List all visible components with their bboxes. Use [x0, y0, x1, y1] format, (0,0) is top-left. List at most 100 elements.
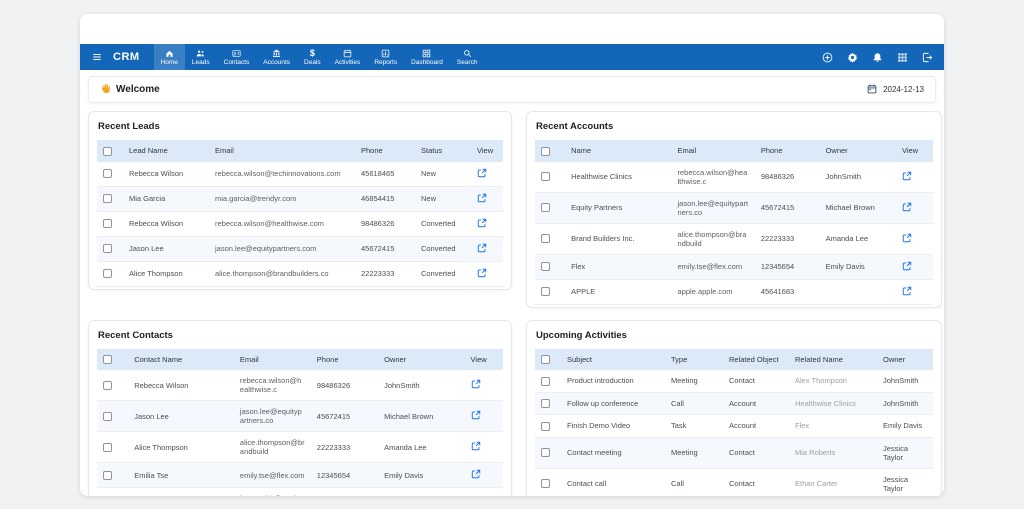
upcoming-activities-table: SubjectTypeRelated ObjectRelated NameOwn…: [535, 349, 933, 496]
row-checkbox[interactable]: [103, 471, 112, 480]
view-icon[interactable]: [477, 268, 487, 278]
page-title: Welcome: [116, 84, 160, 95]
column-header[interactable]: Status: [415, 140, 471, 162]
column-header[interactable]: Email: [234, 349, 311, 371]
cell: 45672415: [755, 192, 820, 223]
row-checkbox[interactable]: [541, 262, 550, 271]
row-checkbox[interactable]: [541, 479, 550, 488]
select-all-checkbox[interactable]: [541, 147, 550, 156]
main-nav: Home Leads Contacts Accounts $ Deals: [154, 44, 485, 70]
view-icon[interactable]: [471, 379, 481, 389]
row-checkbox[interactable]: [103, 244, 112, 253]
row-checkbox[interactable]: [103, 443, 112, 452]
view-icon[interactable]: [902, 286, 912, 296]
view-icon[interactable]: [477, 218, 487, 228]
cell: 22223333: [311, 432, 378, 463]
nav-item-home[interactable]: Home: [154, 44, 185, 70]
cell: Contact: [723, 370, 789, 392]
cell: 98486326: [755, 162, 820, 193]
view-icon[interactable]: [902, 233, 912, 243]
row-checkbox[interactable]: [103, 169, 112, 178]
nav-item-activities[interactable]: Activities: [328, 44, 368, 70]
cell: Contact: [723, 437, 789, 468]
column-header[interactable]: Related Object: [723, 349, 789, 371]
cell: 98486326: [355, 211, 415, 236]
row-checkbox[interactable]: [541, 399, 550, 408]
cell: JohnSmith: [378, 370, 464, 401]
nav-item-contacts[interactable]: Contacts: [217, 44, 257, 70]
column-header[interactable]: Phone: [311, 349, 378, 371]
column-header[interactable]: Owner: [820, 140, 896, 162]
cell: Flex: [789, 415, 877, 438]
cell: Finish Demo Video: [561, 415, 665, 438]
column-header[interactable]: View: [465, 349, 503, 371]
cell: Amanda Lee: [378, 432, 464, 463]
view-icon[interactable]: [902, 202, 912, 212]
nav-item-accounts[interactable]: Accounts: [256, 44, 297, 70]
cell: Call: [665, 468, 723, 496]
select-all-checkbox[interactable]: [103, 355, 112, 364]
column-header[interactable]: View: [896, 140, 933, 162]
date-picker[interactable]: 2024-12-13: [867, 81, 924, 99]
view-icon[interactable]: [471, 410, 481, 420]
table-row: Follow up conferenceCallAccountHealthwis…: [535, 392, 933, 415]
row-checkbox[interactable]: [541, 172, 550, 181]
table-row: Rebecca Wilsonrebecca.wilson@techinnovat…: [97, 162, 503, 187]
deals-icon: $: [310, 49, 315, 58]
column-header[interactable]: Lead Name: [123, 140, 209, 162]
row-checkbox[interactable]: [103, 194, 112, 203]
select-all-checkbox[interactable]: [103, 147, 112, 156]
add-icon[interactable]: [820, 50, 834, 64]
table-row: Brand Builders Inc.alice.thompson@brandb…: [535, 223, 933, 254]
row-checkbox[interactable]: [541, 287, 550, 296]
view-icon[interactable]: [477, 168, 487, 178]
notifications-icon[interactable]: [870, 50, 884, 64]
row-checkbox[interactable]: [541, 203, 550, 212]
cell: rebecca.wilson@healthwise.c: [672, 162, 755, 193]
row-checkbox[interactable]: [541, 234, 550, 243]
view-icon[interactable]: [902, 171, 912, 181]
menu-icon[interactable]: [90, 50, 104, 64]
nav-item-dashboard[interactable]: Dashboard: [404, 44, 450, 70]
row-checkbox[interactable]: [103, 381, 112, 390]
column-header[interactable]: Email: [672, 140, 755, 162]
column-header[interactable]: Subject: [561, 349, 665, 371]
cell: Contact meeting: [561, 437, 665, 468]
apps-icon[interactable]: [895, 50, 909, 64]
cell: New: [415, 186, 471, 211]
column-header[interactable]: Phone: [755, 140, 820, 162]
column-header[interactable]: Type: [665, 349, 723, 371]
row-checkbox[interactable]: [541, 377, 550, 386]
accounts-icon: [272, 49, 281, 58]
view-icon[interactable]: [471, 469, 481, 479]
row-checkbox[interactable]: [103, 412, 112, 421]
nav-item-leads[interactable]: Leads: [185, 44, 217, 70]
cell: Healthwise Clinics: [565, 162, 671, 193]
column-header[interactable]: Name: [565, 140, 671, 162]
nav-item-reports[interactable]: Reports: [367, 44, 404, 70]
row-checkbox[interactable]: [541, 448, 550, 457]
select-all-checkbox[interactable]: [541, 355, 550, 364]
view-icon[interactable]: [471, 441, 481, 451]
view-icon[interactable]: [477, 243, 487, 253]
view-icon[interactable]: [902, 261, 912, 271]
column-header[interactable]: Phone: [355, 140, 415, 162]
row-checkbox[interactable]: [103, 219, 112, 228]
settings-icon[interactable]: [845, 50, 859, 64]
column-header[interactable]: Email: [209, 140, 355, 162]
column-header[interactable]: Related Name: [789, 349, 877, 371]
row-checkbox[interactable]: [103, 269, 112, 278]
column-header[interactable]: Contact Name: [128, 349, 234, 371]
column-header[interactable]: Owner: [877, 349, 933, 371]
cell: 45618465: [355, 162, 415, 187]
nav-item-search[interactable]: Search: [450, 44, 485, 70]
nav-item-deals[interactable]: $ Deals: [297, 44, 328, 70]
cell: Converted: [415, 261, 471, 286]
cell: Mia Roberts: [789, 437, 877, 468]
row-checkbox[interactable]: [541, 422, 550, 431]
column-header[interactable]: View: [471, 140, 503, 162]
cell: rebecca.wilson@healthwise.com: [209, 211, 355, 236]
view-icon[interactable]: [477, 193, 487, 203]
logout-icon[interactable]: [920, 50, 934, 64]
column-header[interactable]: Owner: [378, 349, 464, 371]
